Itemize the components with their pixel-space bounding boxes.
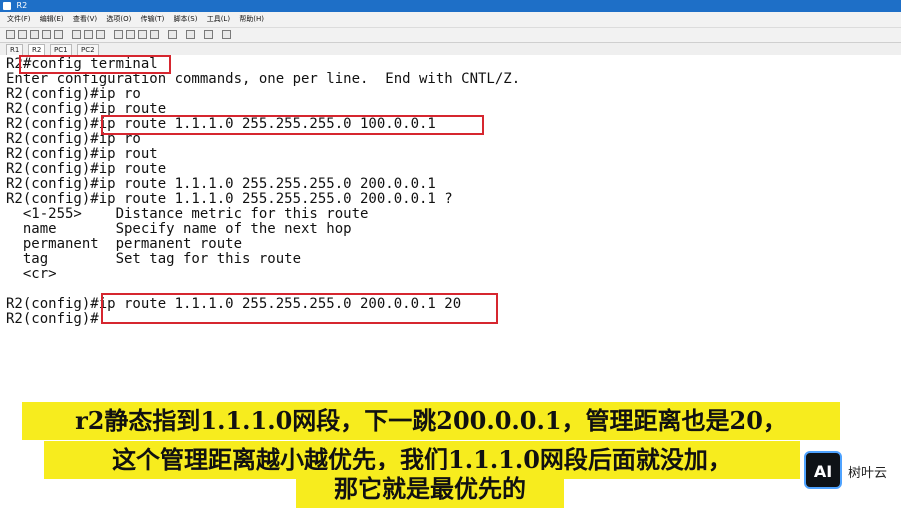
options-icon[interactable]: [186, 30, 195, 39]
menu-options[interactable]: 选项(O): [106, 15, 131, 23]
tab-r2-label: R2: [32, 46, 42, 54]
copy-icon[interactable]: [72, 30, 81, 39]
help-icon[interactable]: [204, 30, 213, 39]
menu-help[interactable]: 帮助(H): [239, 15, 264, 23]
menu-transfer[interactable]: 传输(T): [141, 15, 165, 23]
keymap-icon[interactable]: [138, 30, 147, 39]
highlight-config-terminal: [19, 55, 171, 74]
terminal-help-line: tag Set tag for this route: [6, 251, 302, 267]
subtitle-line-1: r2静态指到1.1.1.0网段，下一跳200.0.0.1，管理距离也是20，: [22, 402, 840, 440]
toolbar: [0, 28, 901, 43]
terminal-help-line: name Specify name of the next hop: [6, 221, 352, 237]
window-title: R2: [16, 1, 28, 10]
highlight-route-100: [101, 115, 484, 135]
highlight-route-distance: [101, 293, 498, 324]
watermark-logo: AI: [804, 451, 842, 489]
tab-pc1-label: PC1: [54, 46, 68, 54]
reconnect-icon[interactable]: [42, 30, 51, 39]
tools-icon[interactable]: [168, 30, 177, 39]
print-icon[interactable]: [114, 30, 123, 39]
window-titlebar: R2: [0, 0, 901, 12]
find-icon[interactable]: [96, 30, 105, 39]
settings-icon[interactable]: [126, 30, 135, 39]
menu-script[interactable]: 脚本(S): [174, 15, 198, 23]
terminal-line: R2(config)#ip ro: [6, 86, 141, 102]
terminal-prompt-line: R2(config)#: [6, 311, 99, 327]
quick-connect-icon[interactable]: [18, 30, 27, 39]
terminal-line: R2(config)#ip route 1.1.1.0 255.255.255.…: [6, 191, 453, 207]
sftp-icon[interactable]: [150, 30, 159, 39]
terminal-line: R2(config)#ip rout: [6, 146, 158, 162]
menu-edit[interactable]: 编辑(E): [40, 15, 64, 23]
app-icon: [3, 2, 11, 10]
terminal-line: Enter configuration commands, one per li…: [6, 71, 521, 87]
paste-icon[interactable]: [84, 30, 93, 39]
disconnect-icon[interactable]: [54, 30, 63, 39]
connect-icon[interactable]: [6, 30, 15, 39]
menu-view[interactable]: 查看(V): [73, 15, 97, 23]
tab-pc2-label: PC2: [81, 46, 95, 54]
menu-tools[interactable]: 工具(L): [207, 15, 230, 23]
watermark-text: 树叶云: [848, 466, 888, 481]
about-icon[interactable]: [222, 30, 231, 39]
terminal-help-line: permanent permanent route: [6, 236, 243, 252]
tab-r1-label: R1: [10, 46, 20, 54]
menu-file[interactable]: 文件(F): [7, 15, 31, 23]
session-icon[interactable]: [30, 30, 39, 39]
terminal-help-line: <cr>: [6, 266, 57, 282]
subtitle-line-3: 那它就是最优先的: [296, 470, 564, 508]
terminal-help-line: <1-255> Distance metric for this route: [6, 206, 369, 222]
terminal-line: R2(config)#ip route: [6, 161, 167, 177]
menu-bar: 文件(F) 编辑(E) 查看(V) 选项(O) 传输(T) 脚本(S) 工具(L…: [0, 12, 901, 28]
terminal-line: R2(config)#ip route 1.1.1.0 255.255.255.…: [6, 176, 436, 192]
